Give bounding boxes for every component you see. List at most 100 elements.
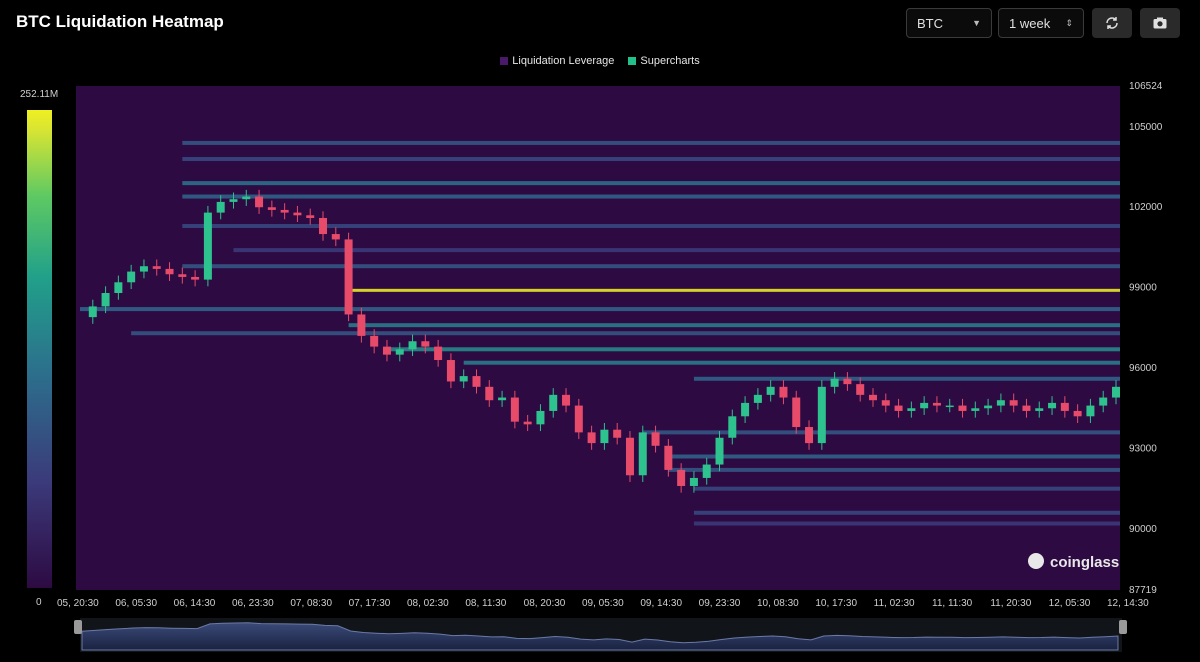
candle bbox=[408, 341, 417, 350]
candle bbox=[651, 432, 660, 446]
candle bbox=[562, 394, 571, 406]
time-navigator[interactable] bbox=[74, 618, 1127, 652]
candle bbox=[1048, 402, 1057, 409]
candle bbox=[894, 405, 903, 411]
x-tick-label: 12, 14:30 bbox=[1107, 598, 1149, 609]
candle bbox=[357, 314, 366, 336]
candle bbox=[216, 201, 225, 213]
candle bbox=[779, 386, 788, 398]
candle bbox=[1086, 405, 1095, 417]
candle bbox=[255, 196, 264, 208]
navigator-right-handle[interactable] bbox=[1119, 620, 1127, 634]
candle bbox=[434, 346, 443, 361]
candle bbox=[114, 282, 123, 294]
x-tick-label: 05, 20:30 bbox=[57, 598, 99, 609]
y-tick-label: 87719 bbox=[1129, 585, 1157, 596]
candle bbox=[1022, 405, 1031, 411]
liquidation-band bbox=[668, 467, 1120, 472]
candle bbox=[753, 394, 762, 403]
candle bbox=[766, 386, 775, 395]
candle bbox=[472, 376, 481, 387]
candle bbox=[370, 335, 379, 347]
candle bbox=[331, 234, 340, 240]
x-tick-label: 12, 05:30 bbox=[1049, 598, 1091, 609]
candle bbox=[242, 196, 251, 200]
x-tick-label: 09, 14:30 bbox=[640, 598, 682, 609]
candle bbox=[664, 445, 673, 470]
liquidation-band bbox=[463, 360, 1120, 365]
liquidation-band bbox=[182, 181, 1120, 186]
candle bbox=[625, 437, 634, 476]
coinglass-logo-icon bbox=[1028, 553, 1044, 569]
candle bbox=[319, 217, 328, 235]
candle bbox=[152, 266, 161, 269]
y-tick-label: 96000 bbox=[1129, 363, 1157, 374]
liquidation-band bbox=[348, 323, 1120, 328]
candle bbox=[868, 394, 877, 401]
y-axis: 106524 105000 102000 99000 96000 93000 90000 87… bbox=[1129, 81, 1163, 596]
candle bbox=[523, 421, 532, 425]
x-tick-label: 07, 17:30 bbox=[349, 598, 391, 609]
candle bbox=[498, 397, 507, 401]
candle bbox=[689, 477, 698, 486]
candle bbox=[459, 376, 468, 382]
x-tick-label: 10, 08:30 bbox=[757, 598, 799, 609]
x-tick-label: 06, 23:30 bbox=[232, 598, 274, 609]
heatmap-chart[interactable]: 106524 105000 102000 99000 96000 93000 90000 87… bbox=[0, 0, 1200, 662]
candle bbox=[984, 405, 993, 409]
candle bbox=[306, 215, 315, 218]
candle bbox=[805, 427, 814, 444]
candle bbox=[1073, 410, 1082, 417]
candle bbox=[1112, 386, 1120, 398]
liquidation-band bbox=[693, 376, 1120, 381]
x-tick-label: 06, 05:30 bbox=[115, 598, 157, 609]
candle bbox=[280, 209, 289, 213]
x-tick-label: 08, 02:30 bbox=[407, 598, 449, 609]
liquidation-band bbox=[182, 157, 1120, 162]
candle bbox=[817, 386, 826, 444]
candle bbox=[127, 271, 136, 283]
liquidation-band bbox=[668, 454, 1120, 459]
x-tick-label: 11, 02:30 bbox=[874, 598, 915, 609]
candle bbox=[549, 394, 558, 411]
candle bbox=[446, 360, 455, 382]
liquidation-band bbox=[642, 430, 1120, 435]
y-tick-label: 99000 bbox=[1129, 283, 1157, 294]
candle bbox=[382, 346, 391, 355]
liquidation-band bbox=[386, 347, 1120, 352]
candle bbox=[1060, 402, 1069, 411]
candle bbox=[1035, 408, 1044, 411]
watermark-text: coinglass bbox=[1050, 554, 1119, 571]
x-axis: 05, 20:30 06, 05:30 06, 14:30 06, 23:30 07, … bbox=[57, 598, 1149, 609]
y-tick-label: 93000 bbox=[1129, 443, 1157, 454]
candle bbox=[971, 408, 980, 411]
candle bbox=[856, 384, 865, 395]
candle bbox=[587, 432, 596, 444]
candle bbox=[741, 402, 750, 417]
candle bbox=[293, 212, 302, 216]
candle bbox=[574, 405, 583, 433]
x-tick-label: 10, 17:30 bbox=[815, 598, 857, 609]
liquidation-band bbox=[182, 194, 1120, 199]
candle bbox=[1099, 397, 1108, 406]
x-tick-label: 08, 20:30 bbox=[524, 598, 566, 609]
candle bbox=[881, 400, 890, 406]
y-tick-label: 102000 bbox=[1129, 202, 1163, 213]
candle bbox=[932, 402, 941, 406]
candle bbox=[996, 400, 1005, 406]
liquidation-band bbox=[131, 331, 1120, 336]
liquidation-band bbox=[348, 288, 1120, 292]
candle bbox=[510, 397, 519, 422]
liquidation-band bbox=[693, 521, 1120, 526]
candle bbox=[638, 432, 647, 476]
candle bbox=[920, 402, 929, 409]
y-tick-label: 106524 bbox=[1129, 81, 1163, 92]
candle bbox=[178, 274, 187, 277]
x-tick-label: 11, 11:30 bbox=[932, 598, 973, 609]
navigator-left-handle[interactable] bbox=[74, 620, 82, 634]
candle bbox=[536, 410, 545, 425]
candle bbox=[728, 416, 737, 438]
candle bbox=[600, 429, 609, 444]
x-tick-label: 06, 14:30 bbox=[174, 598, 216, 609]
candle bbox=[139, 266, 148, 272]
